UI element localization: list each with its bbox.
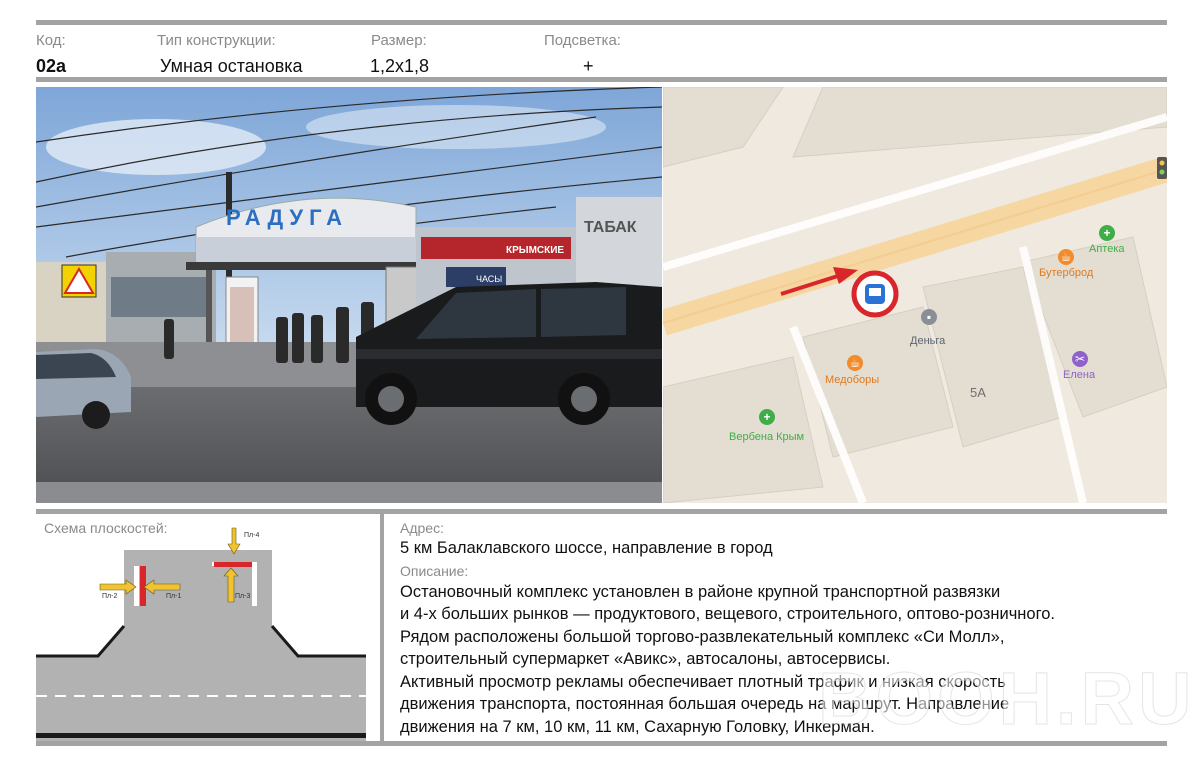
poi-denga[interactable]: Деньга: [910, 335, 945, 347]
address-label: Адрес:: [400, 520, 444, 536]
watermark: BOOH.RU: [817, 657, 1196, 741]
pharmacy-icon: +: [1099, 225, 1115, 241]
description-line: строительный супермаркет «Авикс», автоса…: [400, 650, 891, 668]
address-value: 5 км Балаклавского шоссе, направление в …: [400, 539, 773, 557]
description-label: Описание:: [400, 563, 469, 579]
shop-sign-1: КРЫМСКИЕ: [506, 245, 564, 256]
cafe-icon: ☕: [1058, 249, 1074, 265]
building-5a: 5А: [970, 385, 986, 400]
bottom-rule: [36, 741, 1167, 746]
scissors-icon: ✂: [1072, 351, 1088, 367]
size-label: Размер:: [371, 32, 427, 49]
description-line: Рядом расположены большой торгово-развле…: [400, 628, 1005, 646]
location-photo: РАДУГА КРЫМСКИЕ ТАБАК ЧАСЫ: [36, 87, 662, 503]
shop-sign-2: ТАБАК: [584, 219, 637, 236]
poi-verbena[interactable]: Вербена Крым: [729, 431, 804, 443]
poi-elena[interactable]: Елена: [1063, 369, 1095, 381]
rainbow-sign: РАДУГА: [226, 205, 348, 230]
description-line: движения на 7 км, 10 км, 11 км, Сахарную…: [400, 718, 875, 736]
poi-medobory[interactable]: Медоборы: [825, 374, 879, 386]
size-value: 1,2х1,8: [370, 56, 430, 76]
location-map[interactable]: 5А + Аптека ☕ Бутерброд ▪ Деньга ☕ Медоб…: [663, 87, 1167, 503]
pharmacy-icon: +: [759, 409, 775, 425]
planes-scheme: Пл-4 Пл-2 Пл-1 Пл-3: [36, 520, 366, 741]
shop-sign-3: ЧАСЫ: [476, 274, 502, 284]
code-label: Код:: [36, 32, 66, 49]
type-label: Тип конструкции:: [157, 32, 276, 49]
light-value: +: [583, 56, 594, 76]
header-rule: [36, 77, 1167, 82]
poi-buterbrod[interactable]: Бутерброд: [1039, 267, 1093, 279]
briefcase-icon: ▪: [921, 309, 937, 325]
vertical-divider: [380, 514, 384, 741]
plane-3-label: Пл-3: [235, 593, 250, 600]
cafe-icon: ☕: [847, 355, 863, 371]
plane-4-label: Пл-4: [244, 532, 259, 539]
type-value: Умная остановка: [160, 56, 303, 76]
plane-1-label: Пл-1: [166, 593, 181, 600]
light-label: Подсветка:: [544, 32, 621, 49]
poi-apteka[interactable]: Аптека: [1089, 243, 1125, 255]
description-line: Остановочный комплекс установлен в район…: [400, 583, 1001, 601]
code-value: 02а: [36, 56, 67, 76]
scheme-title: Схема плоскостей:: [44, 520, 168, 536]
top-rule: [36, 20, 1167, 25]
section-rule: [36, 509, 1167, 514]
description-line: и 4-х больших рынков — продуктового, вещ…: [400, 605, 1056, 623]
plane-2-label: Пл-2: [102, 593, 117, 600]
